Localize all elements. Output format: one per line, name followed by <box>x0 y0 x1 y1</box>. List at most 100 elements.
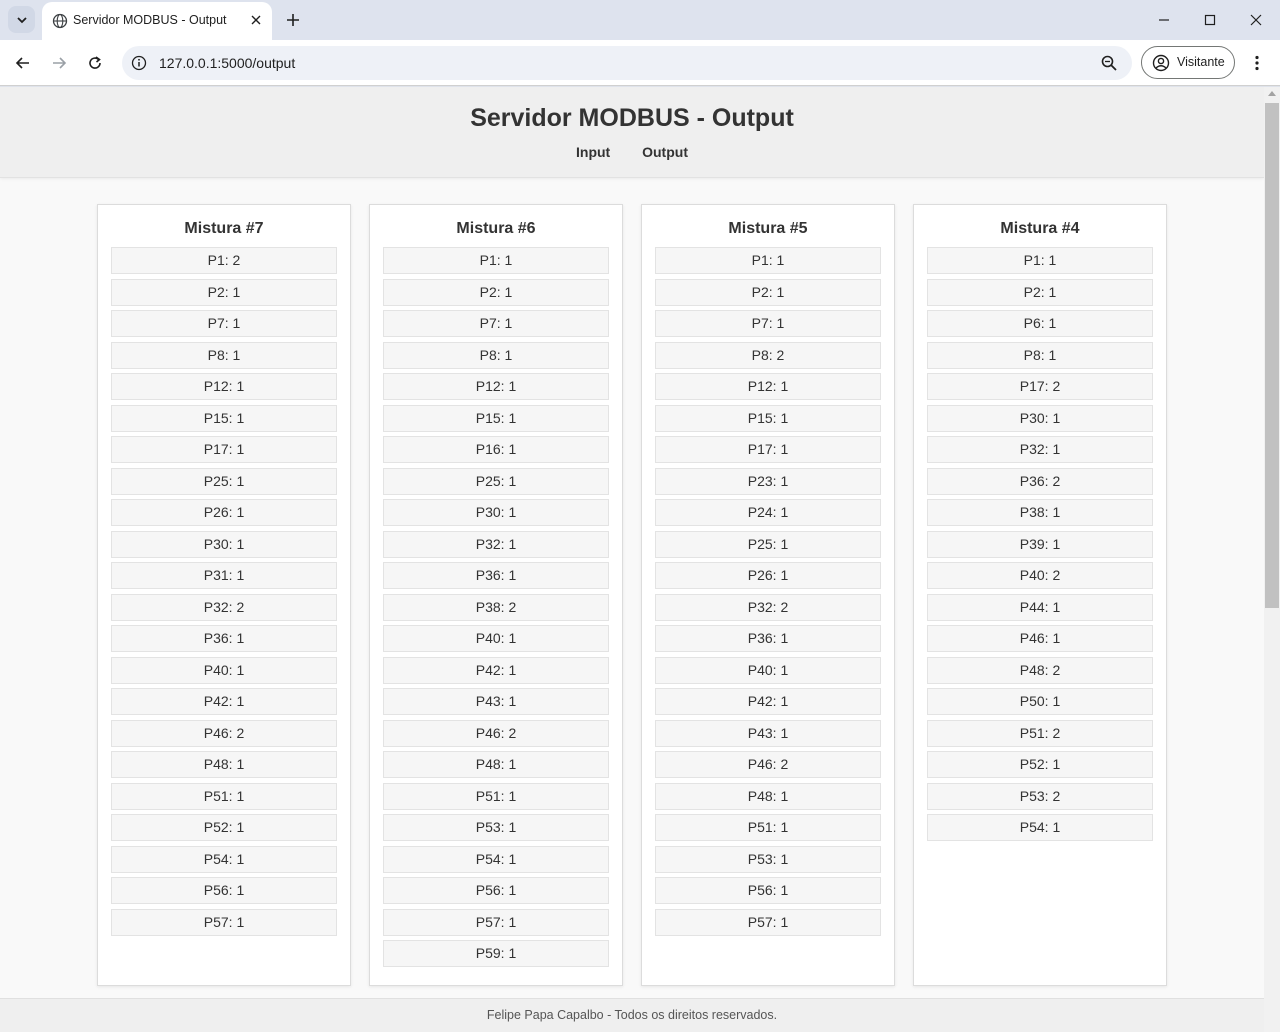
list-item: P52: 1 <box>111 814 337 841</box>
list-item: P15: 1 <box>383 404 609 432</box>
address-bar[interactable]: 127.0.0.1:5000/output <box>122 46 1132 80</box>
list-item: P48: 2 <box>927 656 1153 684</box>
page-title: Servidor MODBUS - Output <box>470 104 794 132</box>
chevron-down-icon <box>16 16 27 23</box>
list-item: P32: 2 <box>111 593 337 621</box>
nav-link-input[interactable]: Input <box>576 144 610 160</box>
forward-button[interactable] <box>45 49 73 77</box>
mistura-title: Mistura #7 <box>184 220 264 237</box>
mistura-title: Mistura #4 <box>1000 220 1080 237</box>
tab-search-button[interactable] <box>8 6 35 33</box>
tab-close-button[interactable] <box>247 11 265 29</box>
list-item: P48: 1 <box>383 751 609 778</box>
list-item: P17: 1 <box>111 436 337 463</box>
list-item: P53: 1 <box>655 845 881 873</box>
list-item: P42: 1 <box>383 656 609 684</box>
list-item: P17: 1 <box>655 436 881 463</box>
list-item: P6: 1 <box>927 310 1153 337</box>
site-info-icon[interactable] <box>131 55 147 71</box>
list-item: P52: 1 <box>927 751 1153 778</box>
list-item: P44: 1 <box>927 593 1153 621</box>
zoom-icon[interactable] <box>1100 54 1118 72</box>
list-item: P7: 1 <box>655 310 881 337</box>
list-item: P40: 1 <box>111 656 337 684</box>
page-footer: Felipe Papa Capalbo - Todos os direitos … <box>0 998 1264 1032</box>
list-item: P12: 1 <box>111 373 337 400</box>
list-item: P54: 1 <box>111 845 337 873</box>
list-item: P36: 2 <box>927 467 1153 495</box>
url-text[interactable]: 127.0.0.1:5000/output <box>159 55 295 71</box>
list-item: P57: 1 <box>655 908 881 936</box>
list-item: P54: 1 <box>927 814 1153 841</box>
arrow-right-icon <box>53 57 67 69</box>
browser-tab-active[interactable]: Servidor MODBUS - Output <box>42 2 272 40</box>
mistura-item-list: P1: 1 P2: 1 P7: 1 P8: 1 P12: 1 P15: 1 P16: 1 P2… <box>383 247 609 972</box>
more-vert-icon <box>1255 55 1259 71</box>
close-window-button[interactable] <box>1233 0 1279 40</box>
tab-title: Servidor MODBUS - Output <box>73 13 227 27</box>
mistura-card: Mistura #7 P1: 2 P2: 1 P7: 1 P8: 1 P12: 1 P15:… <box>97 204 351 986</box>
list-item: P36: 1 <box>655 625 881 652</box>
list-item: P56: 1 <box>383 877 609 904</box>
list-item: P51: 1 <box>655 814 881 841</box>
list-item: P16: 1 <box>383 436 609 463</box>
back-button[interactable] <box>9 49 37 77</box>
profile-button[interactable]: Visitante <box>1141 46 1235 79</box>
list-item: P48: 1 <box>655 782 881 810</box>
new-tab-button[interactable] <box>282 9 304 31</box>
list-item: P40: 2 <box>927 562 1153 589</box>
minimize-button[interactable] <box>1141 0 1187 40</box>
maximize-button[interactable] <box>1187 0 1233 40</box>
browser-menu-button[interactable] <box>1246 49 1268 77</box>
list-item: P40: 1 <box>655 656 881 684</box>
list-item: P23: 1 <box>655 467 881 495</box>
list-item: P56: 1 <box>655 877 881 904</box>
reload-button[interactable] <box>81 49 109 77</box>
list-item: P2: 1 <box>383 278 609 306</box>
list-item: P42: 1 <box>111 688 337 715</box>
account-icon <box>1152 54 1170 72</box>
list-item: P43: 1 <box>655 719 881 747</box>
list-item: P57: 1 <box>111 908 337 936</box>
mistura-item-list: P1: 2 P2: 1 P7: 1 P8: 1 P12: 1 P15: 1 P17: 1 P2… <box>111 247 337 940</box>
list-item: P1: 1 <box>655 247 881 274</box>
mistura-card: Mistura #6 P1: 1 P2: 1 P7: 1 P8: 1 P12: 1 P15:… <box>369 204 623 986</box>
list-item: P15: 1 <box>111 404 337 432</box>
list-item: P59: 1 <box>383 940 609 967</box>
nav-link-output[interactable]: Output <box>642 144 688 160</box>
list-item: P7: 1 <box>111 310 337 337</box>
mistura-columns: Mistura #7 P1: 2 P2: 1 P7: 1 P8: 1 P12: 1 P15:… <box>97 204 1167 986</box>
list-item: P25: 1 <box>383 467 609 495</box>
list-item: P48: 1 <box>111 751 337 778</box>
browser-tab-strip: Servidor MODBUS - Output <box>0 0 1280 40</box>
mistura-title: Mistura #5 <box>728 220 808 237</box>
list-item: P46: 2 <box>111 719 337 747</box>
close-icon <box>1250 14 1262 26</box>
scroll-up-arrow-icon[interactable] <box>1268 91 1276 96</box>
list-item: P53: 1 <box>383 814 609 841</box>
page-scrollbar[interactable] <box>1264 87 1280 1032</box>
list-item: P8: 1 <box>927 341 1153 369</box>
list-item: P1: 2 <box>111 247 337 274</box>
list-item: P24: 1 <box>655 499 881 526</box>
mistura-item-list: P1: 1 P2: 1 P7: 1 P8: 2 P12: 1 P15: 1 P17: 1 P2… <box>655 247 881 940</box>
mistura-item-list: P1: 1 P2: 1 P6: 1 P8: 1 P17: 2 P30: 1 P32: 1 P3… <box>927 247 1153 846</box>
list-item: P12: 1 <box>383 373 609 400</box>
list-item: P8: 2 <box>655 341 881 369</box>
list-item: P32: 1 <box>927 436 1153 463</box>
list-item: P32: 1 <box>383 530 609 558</box>
maximize-icon <box>1204 14 1216 26</box>
list-item: P2: 1 <box>111 278 337 306</box>
list-item: P32: 2 <box>655 593 881 621</box>
list-item: P46: 2 <box>383 719 609 747</box>
list-item: P26: 1 <box>655 562 881 589</box>
list-item: P25: 1 <box>111 467 337 495</box>
list-item: P30: 1 <box>111 530 337 558</box>
list-item: P30: 1 <box>383 499 609 526</box>
list-item: P36: 1 <box>111 625 337 652</box>
list-item: P56: 1 <box>111 877 337 904</box>
profile-label: Visitante <box>1177 55 1225 69</box>
list-item: P53: 2 <box>927 782 1153 810</box>
list-item: P17: 2 <box>927 373 1153 400</box>
scrollbar-thumb[interactable] <box>1265 103 1279 608</box>
